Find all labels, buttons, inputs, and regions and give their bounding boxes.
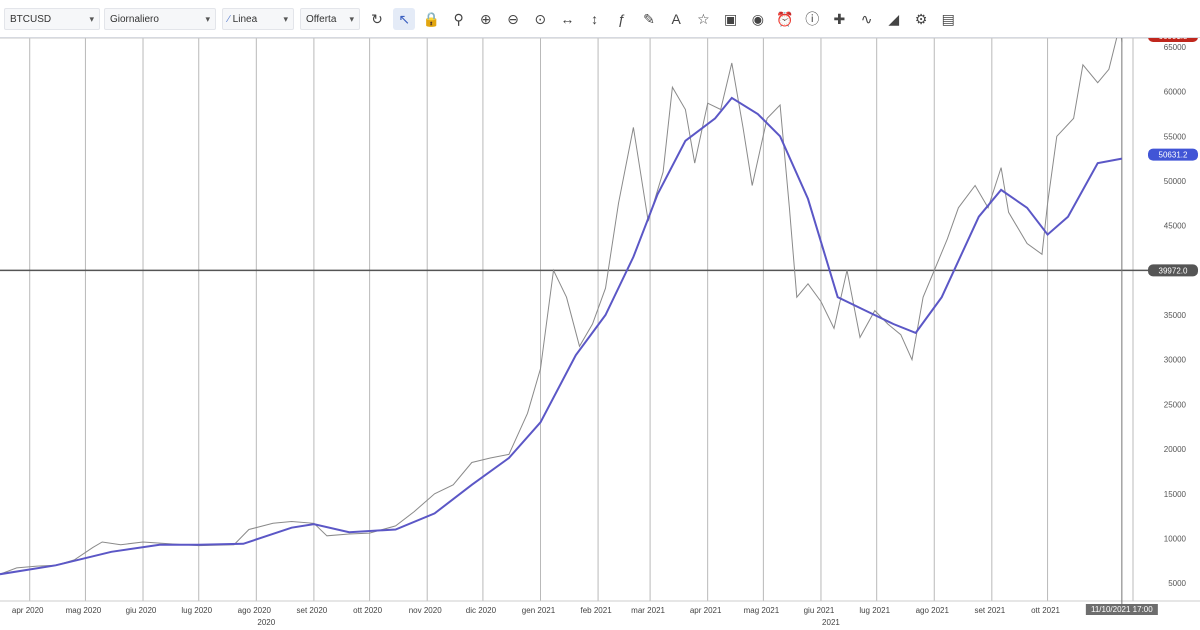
timeframe-label: Giornaliero — [110, 13, 159, 25]
layers-icon[interactable]: ▣ — [720, 8, 742, 30]
refresh-icon[interactable]: ↻ — [366, 8, 388, 30]
x-tick-label: ott 2021 — [1031, 606, 1060, 615]
x-tick-label: mag 2020 — [66, 606, 102, 615]
x-tick-label: ago 2020 — [238, 606, 272, 615]
line-chart-icon: ∕ — [228, 13, 230, 25]
chart-style-dropdown[interactable]: ∕ Linea ▾ — [222, 8, 294, 30]
moving_average-price-badge-label: 50631.2 — [1159, 151, 1188, 160]
x-tick-label: lug 2021 — [859, 606, 890, 615]
x-tick-label: dic 2020 — [466, 606, 497, 615]
timeframe-dropdown[interactable]: Giornaliero ▾ — [104, 8, 216, 30]
high-price-badge-label: 66001.3 — [1159, 38, 1188, 41]
symbol-label: BTCUSD — [10, 13, 52, 25]
text-icon[interactable]: A — [665, 8, 687, 30]
year-label: 2021 — [822, 618, 840, 627]
star-icon[interactable]: ☆ — [692, 8, 714, 30]
pencil-icon[interactable]: ✎ — [638, 8, 660, 30]
y-tick-label: 50000 — [1164, 177, 1187, 186]
x-tick-label: ott 2020 — [353, 606, 382, 615]
crosshair-price-badge-label: 39972.0 — [1159, 266, 1188, 275]
x-tick-label: ago 2021 — [916, 606, 950, 615]
price-type-label: Offerta — [306, 13, 337, 25]
settings-icon[interactable]: ⚙ — [910, 8, 932, 30]
y-tick-label: 5000 — [1168, 579, 1186, 588]
x-tick-label: gen 2021 — [522, 606, 556, 615]
x-tick-label: giu 2020 — [126, 606, 157, 615]
zoom-reset-icon[interactable]: ⊙ — [529, 8, 551, 30]
x-tick-label: feb 2021 — [581, 606, 613, 615]
chevron-down-icon: ▾ — [283, 13, 288, 24]
y-tick-label: 30000 — [1164, 356, 1187, 365]
chart-style-label: Linea — [232, 13, 258, 25]
chevron-down-icon: ▾ — [349, 13, 354, 24]
y-tick-label: 25000 — [1164, 400, 1187, 409]
lock-icon[interactable]: 🔒 — [420, 8, 442, 30]
y-tick-label: 45000 — [1164, 222, 1187, 231]
y-tick-label: 20000 — [1164, 445, 1187, 454]
x-tick-label: nov 2020 — [409, 606, 442, 615]
x-tick-label: apr 2020 — [12, 606, 44, 615]
alarm-icon[interactable]: ⏰ — [774, 8, 796, 30]
y-tick-label: 15000 — [1164, 490, 1187, 499]
save-icon[interactable]: ▤ — [937, 8, 959, 30]
crosshair-icon[interactable]: ✚ — [828, 8, 850, 30]
x-tick-label: set 2020 — [297, 606, 328, 615]
horizontal-arrows-icon[interactable]: ↔ — [556, 8, 578, 30]
year-label: 2020 — [257, 618, 275, 627]
price-type-dropdown[interactable]: Offerta ▾ — [300, 8, 360, 30]
chevron-down-icon: ▾ — [89, 13, 94, 24]
price-chart[interactable]: 5000100001500020000250003000035000400004… — [0, 38, 1200, 630]
date-badge-label: 11/10/2021 17:00 — [1091, 605, 1153, 614]
x-tick-label: mag 2021 — [744, 606, 780, 615]
info-icon[interactable]: ⓘ — [801, 8, 823, 30]
y-tick-label: 65000 — [1164, 43, 1187, 52]
y-tick-label: 10000 — [1164, 534, 1187, 543]
y-tick-label: 35000 — [1164, 311, 1187, 320]
x-tick-label: lug 2020 — [181, 606, 212, 615]
vertical-arrows-icon[interactable]: ↕ — [584, 8, 606, 30]
y-tick-label: 60000 — [1164, 88, 1187, 97]
price-series-line — [0, 38, 1123, 575]
zoom-icon[interactable]: ⚲ — [448, 8, 470, 30]
symbol-dropdown[interactable]: BTCUSD ▾ — [4, 8, 100, 30]
chevron-down-icon: ▾ — [205, 13, 210, 24]
y-tick-label: 55000 — [1164, 132, 1187, 141]
zoom-out-icon[interactable]: ⊖ — [502, 8, 524, 30]
fibonacci-icon[interactable]: ƒ — [611, 8, 633, 30]
indicator-icon[interactable]: ∿ — [856, 8, 878, 30]
eye-icon[interactable]: ◉ — [747, 8, 769, 30]
zoom-in-icon[interactable]: ⊕ — [475, 8, 497, 30]
x-tick-label: apr 2021 — [690, 606, 722, 615]
moving-average-line — [0, 96, 1123, 576]
cursor-icon[interactable]: ↖ — [393, 8, 416, 30]
bucket-icon[interactable]: ◢ — [883, 8, 905, 30]
chart-toolbar: BTCUSD ▾ Giornaliero ▾ ∕ Linea ▾ Offerta … — [0, 0, 1200, 38]
x-tick-label: giu 2021 — [804, 606, 835, 615]
x-tick-label: mar 2021 — [631, 606, 665, 615]
x-tick-label: set 2021 — [974, 606, 1005, 615]
